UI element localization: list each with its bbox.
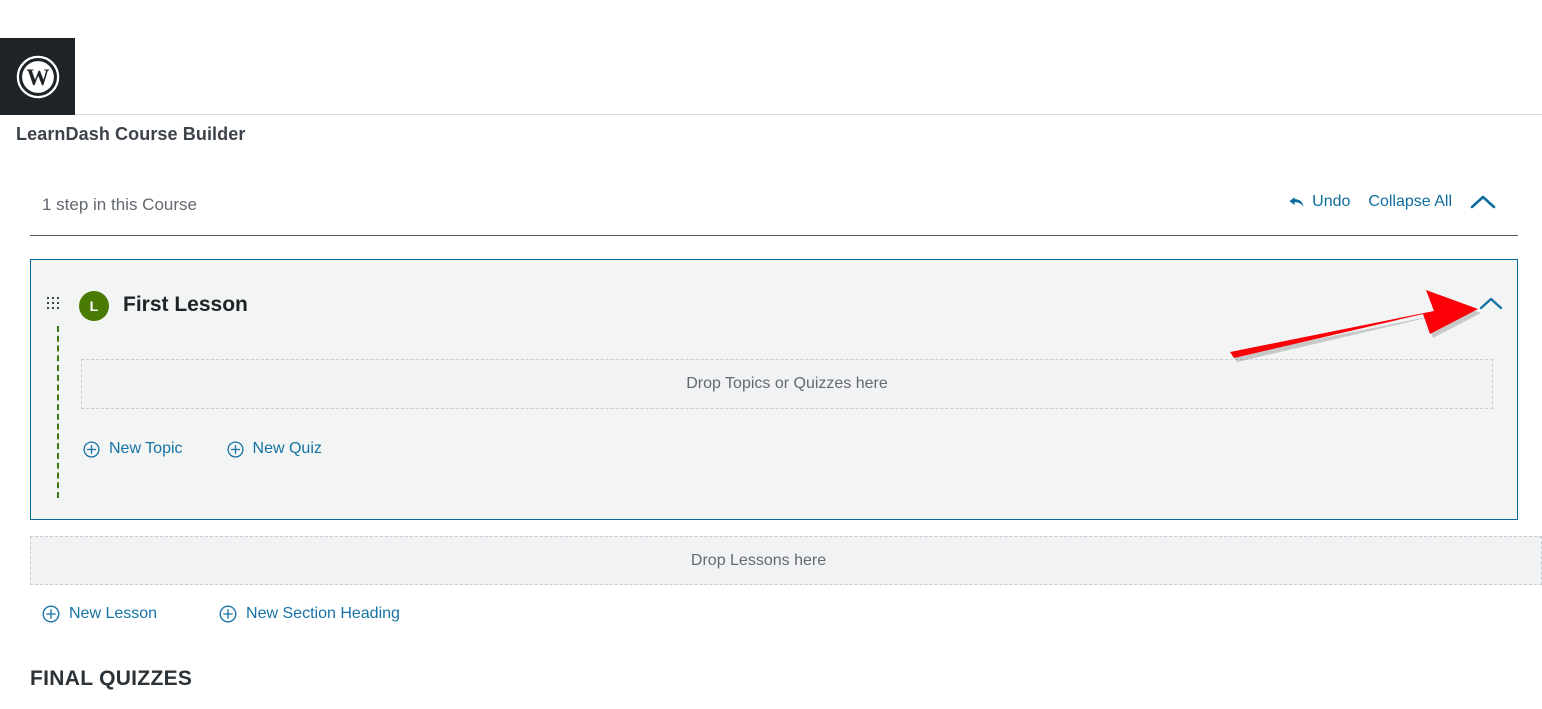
new-section-heading-button[interactable]: New Section Heading (219, 605, 400, 623)
new-section-heading-label: New Section Heading (246, 605, 400, 622)
lessons-dropzone[interactable]: Drop Lessons here (30, 536, 1542, 585)
plus-circle-icon (219, 605, 237, 623)
undo-arrow-icon (1288, 195, 1305, 210)
wordpress-logo-icon: W (15, 54, 61, 100)
new-lesson-button[interactable]: New Lesson (42, 605, 157, 623)
topics-quizzes-dropzone[interactable]: Drop Topics or Quizzes here (81, 359, 1493, 409)
steps-count-label: 1 step in this Course (42, 195, 197, 214)
wordpress-logo-box[interactable]: W (0, 38, 75, 115)
topics-quizzes-dropzone-label: Drop Topics or Quizzes here (686, 375, 888, 392)
new-quiz-label: New Quiz (252, 440, 322, 457)
builder-bottom-actions: New Lesson New Section Heading (42, 605, 400, 623)
lessons-dropzone-label: Drop Lessons here (690, 551, 827, 569)
collapse-all-chevron-button[interactable] (1470, 194, 1496, 210)
header-divider (75, 114, 1542, 115)
new-lesson-label: New Lesson (69, 605, 158, 622)
undo-label: Undo (1312, 193, 1351, 210)
plus-circle-icon (83, 440, 100, 458)
lesson-collapse-toggle[interactable] (1479, 296, 1503, 311)
final-quizzes-heading: FINAL QUIZZES (30, 667, 193, 690)
page-title: LearnDash Course Builder (16, 124, 246, 144)
collapse-all-button[interactable]: Collapse All (1368, 193, 1452, 211)
lesson-action-row: New Topic New Quiz (83, 440, 322, 458)
lesson-tree-connector (57, 326, 59, 498)
chevron-up-icon (1479, 296, 1503, 311)
undo-button[interactable]: Undo (1288, 193, 1350, 211)
plus-circle-icon (226, 440, 244, 458)
collapse-all-label: Collapse All (1368, 193, 1452, 210)
lesson-header-row: L First Lesson (31, 260, 1517, 324)
lesson-title[interactable]: First Lesson (123, 293, 248, 317)
lesson-type-badge: L (79, 291, 109, 321)
chevron-up-icon (1470, 194, 1496, 210)
drag-handle-icon[interactable] (47, 297, 63, 311)
builder-toolbar: 1 step in this Course Undo Collapse All (30, 188, 1518, 236)
new-quiz-button[interactable]: New Quiz (226, 440, 322, 458)
svg-text:W: W (26, 64, 49, 89)
plus-circle-icon (42, 605, 60, 623)
lesson-panel: L First Lesson Drop Topics or Quizzes he… (30, 259, 1518, 520)
toolbar-actions: Undo Collapse All (1288, 193, 1496, 211)
new-topic-button[interactable]: New Topic (83, 440, 183, 458)
new-topic-label: New Topic (109, 440, 183, 457)
